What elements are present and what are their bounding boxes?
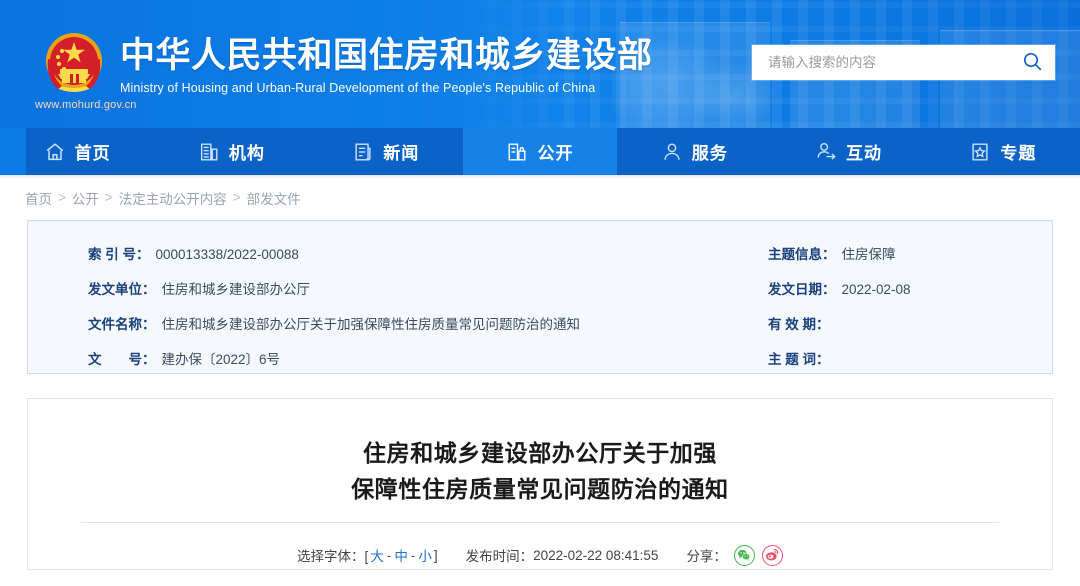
metadata-left-column: 索 引 号： 000013338/2022-00088 发文单位： 住房和城乡建… [88, 247, 580, 387]
open-disclosure-icon [506, 141, 528, 163]
metadata-label: 有 效 期： [768, 317, 830, 333]
site-title-en: Ministry of Housing and Urban-Rural Deve… [120, 81, 653, 96]
interaction-person-icon [815, 141, 837, 163]
nav-item-topics[interactable]: 专题 [926, 128, 1080, 175]
share-block: 分享： [686, 545, 783, 566]
metadata-value: 住房和城乡建设部办公厅关于加强保障性住房质量常见问题防治的通知 [162, 317, 581, 333]
font-size-bracket-close: ] [434, 548, 438, 563]
site-header: 中华人民共和国住房和城乡建设部 Ministry of Housing and … [0, 0, 1080, 128]
metadata-row-validity-period: 有 效 期： [768, 317, 911, 333]
nav-item-disclosure[interactable]: 公开 [463, 128, 617, 175]
metadata-row-topic-info: 主题信息： 住房保障 [768, 247, 911, 263]
nav-item-service[interactable]: 服务 [617, 128, 771, 175]
breadcrumb-separator: > [58, 190, 66, 205]
publish-time-value: 2022-02-22 08:41:55 [533, 548, 658, 563]
metadata-label: 文件名称： [88, 317, 156, 333]
metadata-row-document-number: 文 号： 建办保〔2022〕6号 [88, 352, 580, 368]
nav-label: 互动 [846, 139, 882, 164]
article-title: 住房和城乡建设部办公厅关于加强 保障性住房质量常见问题防治的通知 [28, 399, 1052, 507]
site-url: www.mohurd.gov.cn [35, 99, 137, 111]
site-title-cn: 中华人民共和国住房和城乡建设部 [120, 34, 653, 78]
breadcrumb-separator: > [105, 190, 113, 205]
breadcrumb: 首页 > 公开 > 法定主动公开内容 > 部发文件 [0, 175, 1080, 220]
home-icon [44, 141, 66, 163]
metadata-label: 发文单位： [88, 282, 156, 298]
search-input[interactable] [766, 45, 1009, 80]
metadata-row-file-name: 文件名称： 住房和城乡建设部办公厅关于加强保障性住房质量常见问题防治的通知 [88, 317, 580, 333]
search-icon [1023, 52, 1042, 74]
document-metadata-panel: 索 引 号： 000013338/2022-00088 发文单位： 住房和城乡建… [27, 220, 1053, 374]
breadcrumb-item-home[interactable]: 首页 [25, 188, 52, 208]
font-size-small-link[interactable]: 小 [416, 545, 434, 565]
main-navigation: 首页 机构 新闻 [0, 128, 1080, 175]
article-card: 住房和城乡建设部办公厅关于加强 保障性住房质量常见问题防治的通知 选择字体：[ … [27, 398, 1053, 570]
publish-time-block: 发布时间： 2022-02-22 08:41:55 [466, 545, 659, 565]
brand-text: 中华人民共和国住房和城乡建设部 Ministry of Housing and … [120, 34, 653, 96]
weibo-share-icon[interactable] [762, 545, 783, 566]
breadcrumb-separator: > [233, 190, 241, 205]
article-toolbar: 选择字体：[ 大 - 中 - 小 ] 发布时间： 2022-02-22 08:4… [28, 539, 1052, 571]
nav-item-home[interactable]: 首页 [0, 128, 154, 175]
nav-label: 首页 [75, 139, 111, 164]
metadata-label: 主 题 词： [768, 352, 830, 368]
metadata-value: 2022-02-08 [842, 282, 911, 298]
metadata-row-index-number: 索 引 号： 000013338/2022-00088 [88, 247, 580, 263]
metadata-row-issue-date: 发文日期： 2022-02-08 [768, 282, 911, 298]
share-label: 分享： [686, 545, 727, 565]
nav-item-interaction[interactable]: 互动 [771, 128, 925, 175]
metadata-value: 000013338/2022-00088 [156, 247, 299, 263]
nav-label: 公开 [537, 139, 573, 164]
metadata-label: 文 号： [88, 352, 156, 368]
metadata-row-keywords: 主 题 词： [768, 352, 911, 368]
publish-time-label: 发布时间： [466, 545, 534, 565]
metadata-value: 建办保〔2022〕6号 [162, 352, 281, 368]
nav-label: 机构 [229, 139, 265, 164]
search-button[interactable] [1009, 45, 1055, 80]
breadcrumb-item-ministry-documents[interactable]: 部发文件 [247, 188, 301, 208]
search-bar[interactable] [752, 45, 1055, 80]
font-size-selector: 选择字体：[ 大 - 中 - 小 ] [297, 545, 438, 565]
metadata-label: 发文日期： [768, 282, 836, 298]
breadcrumb-item-disclosure[interactable]: 公开 [72, 188, 99, 208]
font-size-large-link[interactable]: 大 [368, 545, 386, 565]
breadcrumb-item-statutory-content[interactable]: 法定主动公开内容 [119, 188, 227, 208]
metadata-right-column: 主题信息： 住房保障 发文日期： 2022-02-08 有 效 期： 主 题 词… [768, 247, 911, 387]
china-national-emblem [40, 29, 108, 99]
metadata-row-issuing-unit: 发文单位： 住房和城乡建设部办公厅 [88, 282, 580, 298]
nav-item-organization[interactable]: 机构 [154, 128, 308, 175]
star-topic-icon [969, 141, 991, 163]
font-size-medium-link[interactable]: 中 [392, 545, 410, 565]
font-size-label: 选择字体：[ [297, 545, 368, 565]
article-divider [81, 522, 999, 523]
building-icon [198, 141, 220, 163]
nav-label: 服务 [692, 139, 728, 164]
metadata-value: 住房和城乡建设部办公厅 [162, 282, 311, 298]
nav-item-news[interactable]: 新闻 [309, 128, 463, 175]
wechat-share-icon[interactable] [734, 545, 755, 566]
article-title-line-1: 住房和城乡建设部办公厅关于加强 [28, 435, 1052, 471]
nav-label: 新闻 [383, 139, 419, 164]
metadata-value: 住房保障 [842, 247, 896, 263]
service-person-icon [661, 141, 683, 163]
nav-label: 专题 [1000, 139, 1036, 164]
metadata-label: 主题信息： [768, 247, 836, 263]
metadata-label: 索 引 号： [88, 247, 150, 263]
article-title-line-2: 保障性住房质量常见问题防治的通知 [28, 471, 1052, 507]
nav-shadow [0, 175, 1080, 179]
news-document-icon [352, 141, 374, 163]
